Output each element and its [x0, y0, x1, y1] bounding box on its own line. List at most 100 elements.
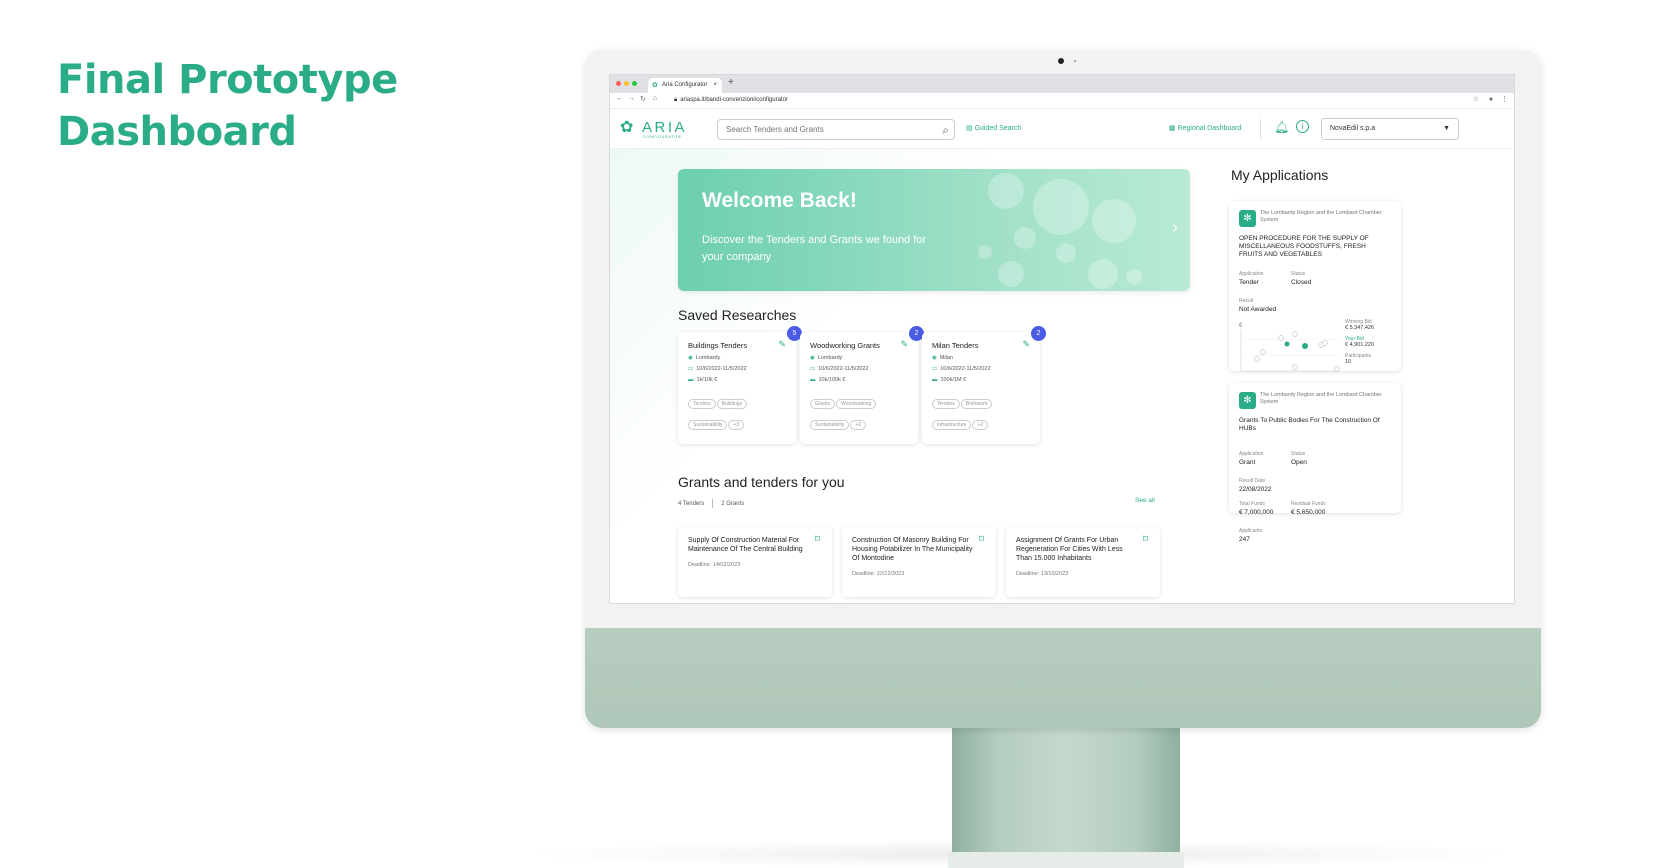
tag-chip[interactable]: Brickwork	[960, 399, 993, 409]
tag-chip[interactable]: Tenders	[932, 399, 960, 409]
tag-chip[interactable]: +3	[728, 420, 745, 430]
tag-chip[interactable]: +2	[850, 420, 867, 430]
application-source: The Lombardy Region and the Lombard Cham…	[1260, 210, 1382, 223]
saved-researches-title: Saved Researches	[678, 307, 797, 323]
bell-icon[interactable]: 🔔︎	[1274, 120, 1289, 134]
bookmark-star-icon[interactable]: ☆	[1473, 96, 1479, 103]
location-pin-icon: ◉	[688, 355, 693, 361]
forward-icon[interactable]: →	[628, 95, 635, 102]
app-header: ✿ ARIA CONFIGURATOR ⌕ ▤ Guided Search ▦ …	[610, 109, 1514, 149]
info-icon[interactable]: i	[1296, 120, 1309, 133]
budget-icon: ▬	[810, 377, 816, 383]
search-input[interactable]	[726, 120, 926, 139]
url-text: ariaspa.it/bandi-convenzioni/configurato…	[680, 97, 788, 103]
dashboard-icon: ▦	[1169, 125, 1176, 132]
application-card[interactable]: ✻ The Lombardy Region and the Lombard Ch…	[1229, 201, 1401, 372]
regional-dashboard-link[interactable]: ▦ Regional Dashboard	[1169, 124, 1241, 132]
saved-research-card[interactable]: Buildings Tenders ✎ 5 ◉ Lombardy ▭ 10/6/20…	[678, 326, 802, 444]
opportunity-card[interactable]: Supply Of Construction Material For Main…	[678, 527, 832, 597]
participants-value: 10	[1345, 359, 1352, 365]
bookmark-icon[interactable]: ⌑	[815, 534, 820, 545]
saved-research-budget: 10k/100k €	[818, 377, 846, 383]
opportunity-title: Supply Of Construction Material For Main…	[688, 537, 803, 553]
close-tab-icon[interactable]: ×	[713, 78, 717, 93]
see-all-link[interactable]: See all	[1135, 497, 1155, 504]
residual-funds-value: € 5,650,000	[1291, 509, 1326, 516]
tag-chip[interactable]: +2	[972, 420, 989, 430]
aria-logo-icon: ✿	[620, 119, 634, 136]
opportunity-card[interactable]: Construction Of Masonry Building For Hou…	[842, 527, 996, 597]
opportunity-deadline: Deadline: 22/12/2023	[852, 571, 905, 577]
company-select[interactable]: NovaEdil s.p.a ▼	[1321, 118, 1459, 140]
browser-tab[interactable]: ✿ Aria Configurator ×	[648, 78, 722, 93]
aria-favicon-icon: ✿	[652, 82, 658, 89]
bookmark-icon[interactable]: ⌑	[1143, 534, 1148, 545]
residual-funds-label: Residual Funds	[1291, 501, 1326, 507]
guided-search-link[interactable]: ▤ Guided Search	[966, 124, 1021, 132]
edit-icon[interactable]: ✎	[1022, 339, 1030, 350]
status-value: Open	[1291, 459, 1307, 466]
welcome-title: Welcome Back!	[702, 189, 857, 212]
opportunity-card[interactable]: Assignment Of Grants For Urban Regenerat…	[1006, 527, 1160, 597]
chevron-right-icon[interactable]: ›	[1172, 217, 1178, 238]
application-title: OPEN PROCEDURE FOR THE SUPPLY OF MISCELL…	[1239, 235, 1369, 258]
tag-chip[interactable]: Tenders	[688, 399, 716, 409]
tag-chip[interactable]: Sustainability	[810, 420, 850, 430]
lombardy-region-logo-icon: ✻	[1239, 392, 1256, 409]
logo-subtitle: CONFIGURATOR	[643, 135, 682, 139]
browser-tabbar: ✿ Aria Configurator × +	[610, 75, 1514, 93]
address-bar: ← → ↻ ⌂ 🔒︎ ariaspa.it/bandi-convenzioni/c…	[610, 93, 1514, 109]
search-box[interactable]: ⌕	[717, 119, 955, 140]
bid-point	[1334, 366, 1340, 372]
saved-research-location: Milan	[939, 355, 953, 361]
application-type: Tender	[1239, 279, 1259, 286]
clipboard-icon: ▤	[966, 125, 973, 132]
lock-icon: 🔒︎	[674, 97, 678, 103]
banner-bubble	[1014, 227, 1036, 249]
opportunity-title: Construction Of Masonry Building For Hou…	[852, 537, 973, 562]
application-type: Grant	[1239, 459, 1256, 466]
edit-icon[interactable]: ✎	[778, 339, 786, 350]
tab-grants[interactable]: 2 Grants	[721, 501, 744, 507]
tag-chip[interactable]: Woodworking	[836, 399, 877, 409]
tag-chip[interactable]: Grants	[810, 399, 836, 409]
result-label: Result	[1239, 298, 1254, 304]
bookmark-icon[interactable]: ⌑	[979, 534, 984, 545]
maximize-window-dot[interactable]	[632, 81, 637, 86]
tag-chip[interactable]: Buildings	[716, 399, 748, 409]
edit-icon[interactable]: ✎	[900, 339, 908, 350]
url-field[interactable]: 🔒︎ ariaspa.it/bandi-convenzioni/configura…	[674, 97, 788, 104]
result-value: Not Awarded	[1239, 306, 1277, 313]
my-applications-title: My Applications	[1231, 167, 1329, 183]
saved-research-name: Milan Tenders	[932, 341, 979, 350]
new-tab-button[interactable]: +	[728, 77, 734, 88]
location-pin-icon: ◉	[810, 355, 815, 361]
saved-research-card[interactable]: Woodworking Grants ✎ 2 ◉ Lombardy ▭ 10/6/2…	[800, 326, 924, 444]
aria-logo[interactable]: ✿ ARIA CONFIGURATOR	[620, 119, 685, 141]
back-icon[interactable]: ←	[616, 95, 623, 102]
result-count-badge: 2	[1031, 326, 1046, 341]
saved-research-card[interactable]: Milan Tenders ✎ 2 ◉ Milan ▭ 10/6/2022-11/5…	[922, 326, 1046, 444]
application-card[interactable]: ✻ The Lombardy Region and the Lombard Ch…	[1229, 383, 1401, 543]
search-icon[interactable]: ⌕	[942, 121, 949, 140]
close-window-dot[interactable]	[616, 81, 621, 86]
bid-point	[1260, 349, 1266, 355]
monitor: ✿ Aria Configurator × + ← → ↻ ⌂ 🔒︎ ariasp…	[585, 50, 1541, 728]
monitor-chin	[585, 628, 1541, 728]
lombardy-region-logo-icon: ✻	[1239, 210, 1256, 227]
your-bid-point	[1302, 343, 1308, 349]
calendar-icon: ▭	[932, 366, 938, 372]
profile-avatar-icon[interactable]: ●	[1489, 96, 1493, 103]
browser-tab-title: Aria Configurator	[662, 82, 708, 88]
guided-search-label: Guided Search	[974, 125, 1022, 132]
banner-bubble	[1033, 179, 1089, 235]
banner-bubble	[978, 245, 992, 259]
tag-chip[interactable]: Sustainability	[688, 420, 728, 430]
reload-icon[interactable]: ↻	[640, 95, 646, 103]
minimize-window-dot[interactable]	[624, 81, 629, 86]
tag-chip[interactable]: Infrastructure	[932, 420, 972, 430]
browser-menu-icon[interactable]: ⋮	[1501, 96, 1508, 103]
calendar-icon: ▭	[688, 366, 694, 372]
home-icon[interactable]: ⌂	[653, 95, 657, 102]
tab-tenders[interactable]: 4 Tenders	[678, 501, 704, 507]
